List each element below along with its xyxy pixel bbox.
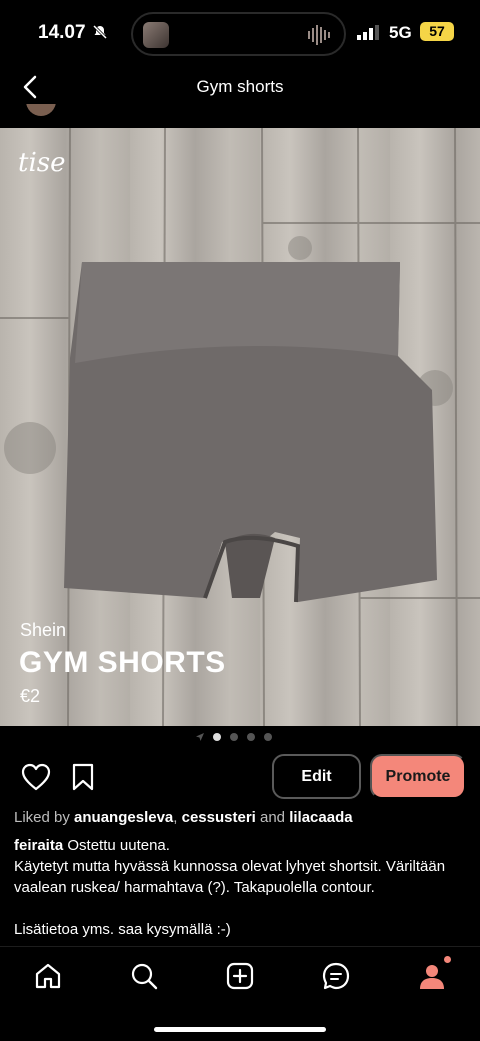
notification-dot: [444, 956, 451, 963]
image-pager[interactable]: [196, 731, 272, 743]
nav-header: Gym shorts: [0, 66, 480, 110]
audio-wave-icon: [308, 25, 330, 45]
pager-dot-3[interactable]: [247, 733, 255, 741]
shorts-photo-illustration: [0, 128, 480, 726]
description-line: Ostettu uutena.: [67, 837, 170, 854]
status-bar: 14.07 5G 57: [0, 0, 480, 66]
chat-icon[interactable]: [321, 961, 351, 991]
liked-by-conjunction: and: [260, 809, 286, 826]
home-indicator[interactable]: [154, 1027, 326, 1032]
bookmark-icon[interactable]: [72, 763, 94, 791]
search-icon[interactable]: [129, 961, 159, 991]
page-title: Gym shorts: [196, 77, 284, 96]
profile-icon[interactable]: [417, 961, 447, 991]
status-time: 14.07: [38, 22, 86, 43]
tise-watermark: tise: [18, 148, 66, 178]
author-username[interactable]: feiraita: [14, 837, 63, 854]
listing-description: feiraita Ostettu uutena. Käytetyt mutta …: [14, 835, 469, 940]
bell-muted-icon: [92, 24, 108, 40]
dynamic-island[interactable]: [131, 12, 346, 56]
seller-avatar[interactable]: [26, 104, 66, 116]
signal-icon: [357, 25, 379, 40]
battery-icon: 57: [420, 22, 454, 41]
add-icon[interactable]: [225, 961, 255, 991]
liker-link[interactable]: lilacaada: [289, 809, 352, 826]
liker-link[interactable]: cessusteri: [182, 809, 256, 826]
pager-dot-4[interactable]: [264, 733, 272, 741]
now-playing-thumbnail: [143, 22, 169, 48]
product-brand: Shein: [20, 620, 67, 640]
liked-by-prefix: Liked by: [14, 809, 70, 826]
product-photo[interactable]: tise Shein GYM SHORTS €2: [0, 128, 480, 726]
edit-button[interactable]: Edit: [272, 754, 361, 799]
network-label: 5G: [389, 23, 412, 42]
description-line: Käytetyt mutta hyvässä kunnossa olevat l…: [14, 858, 446, 896]
liked-by-line: Liked by anuangesleva, cessusteri and li…: [14, 809, 353, 826]
home-icon[interactable]: [33, 961, 63, 991]
product-price: €2: [20, 686, 41, 706]
product-title: GYM SHORTS: [19, 646, 226, 679]
heart-icon[interactable]: [21, 763, 51, 791]
pager-dot-1[interactable]: [213, 733, 221, 741]
description-line: Lisätietoa yms. saa kysymällä :-): [14, 921, 231, 938]
promote-button[interactable]: Promote: [370, 754, 466, 799]
liker-link[interactable]: anuangesleva: [74, 809, 173, 826]
bottom-tab-bar: [0, 946, 480, 1041]
pager-dot-2[interactable]: [230, 733, 238, 741]
location-arrow-icon: [196, 733, 204, 741]
